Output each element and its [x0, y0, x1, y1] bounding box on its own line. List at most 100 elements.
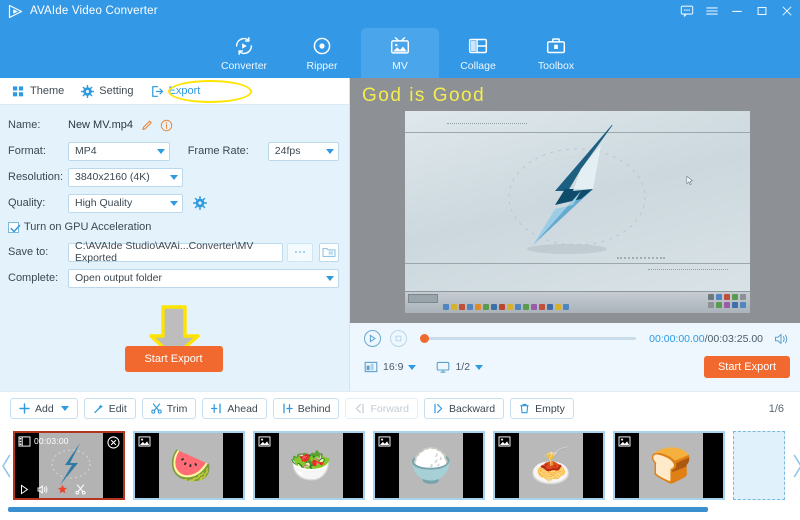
gpu-acceleration-checkbox[interactable] [8, 221, 21, 233]
screen-icon [437, 361, 450, 373]
frame-rate-select[interactable]: 24fps [267, 141, 339, 161]
nav-tab-collage[interactable]: Collage [439, 28, 517, 78]
empty-button[interactable]: Empty [510, 398, 574, 419]
volume-icon[interactable] [774, 332, 790, 346]
behind-button[interactable]: Behind [272, 398, 340, 419]
frame-rate-label: Frame Rate: [187, 145, 249, 157]
menu-icon[interactable] [705, 4, 719, 18]
timeline-clip-image[interactable]: 🥗 [253, 431, 365, 500]
aspect-ratio-value: 16:9 [383, 361, 404, 373]
scissors-icon[interactable] [75, 484, 86, 495]
effects-icon[interactable] [57, 484, 68, 495]
preview-quicklaunch [443, 304, 569, 310]
quality-label: Quality: [8, 197, 46, 209]
aspect-ratio-icon [364, 361, 378, 373]
resolution-value: 3840x2160 (4K) [75, 171, 150, 183]
backward-button[interactable]: Backward [423, 398, 505, 419]
timeline-clip-image[interactable]: 🍝 [493, 431, 605, 500]
player-options-row: 16:9 1/2 Start Export [364, 356, 790, 378]
screen-split-value: 1/2 [455, 361, 471, 373]
timeline-clip-image[interactable]: 🍉 [133, 431, 245, 500]
feedback-icon[interactable] [680, 4, 694, 18]
resolution-row: Resolution: 3840x2160 (4K) [8, 165, 339, 189]
timeline-next-button[interactable] [791, 431, 800, 501]
format-select[interactable]: MP4 [68, 141, 170, 161]
button-label: Add [35, 402, 54, 415]
dot [295, 251, 298, 253]
progress-slider[interactable] [420, 334, 637, 343]
edit-wand-icon [94, 404, 103, 414]
quality-row: Quality: High Quality [8, 191, 339, 215]
nav-tab-label: Toolbox [537, 60, 575, 72]
open-folder-button[interactable] [319, 242, 339, 262]
edit-button[interactable]: Edit [83, 398, 136, 419]
browse-dots-button[interactable] [287, 242, 314, 262]
tab-export[interactable]: Export [147, 78, 214, 105]
resolution-label: Resolution: [8, 171, 64, 183]
time-display: 00:00:00.00/00:03:25.00 [649, 333, 763, 345]
title-bar: AVAIde Video Converter [0, 0, 800, 22]
mv-icon [390, 37, 410, 54]
ahead-button[interactable]: Ahead [202, 398, 267, 419]
timeline-prev-button[interactable] [0, 431, 13, 501]
volume-icon[interactable] [37, 484, 50, 495]
image-icon [138, 436, 151, 447]
quality-value: High Quality [75, 197, 133, 209]
pencil-icon[interactable] [141, 119, 154, 132]
nav-tab-toolbox[interactable]: Toolbox [517, 28, 595, 78]
screen-split-control[interactable]: 1/2 [436, 360, 484, 374]
gear-icon[interactable] [193, 196, 207, 210]
chevron-down-icon [170, 174, 178, 180]
play-icon [369, 334, 376, 343]
start-export-button-player[interactable]: Start Export [704, 356, 790, 378]
timeline-scrollbar[interactable] [8, 507, 792, 512]
scissors-icon [151, 403, 162, 414]
maximize-icon[interactable] [755, 4, 769, 18]
main-content: Theme Setting Export Name: New MV.mp4 Fo… [0, 78, 800, 391]
tab-setting[interactable]: Setting [77, 78, 146, 105]
save-to-path-field[interactable]: C:\AVAIde Studio\AVAi...Converter\MV Exp… [68, 240, 284, 264]
resolution-select[interactable]: 3840x2160 (4K) [68, 167, 183, 187]
clip-glyph: 🍉 [169, 446, 213, 485]
nav-tab-converter[interactable]: Converter [205, 28, 283, 78]
chevron-down-icon [60, 406, 69, 411]
preview-scene [405, 111, 750, 313]
chevron-right-icon [793, 454, 800, 478]
play-button[interactable] [364, 330, 381, 347]
nav-tab-label: Converter [220, 60, 268, 72]
button-label: Empty [535, 402, 565, 415]
clip-duration: 00:03:00 [34, 436, 69, 446]
stop-button[interactable] [390, 330, 407, 347]
timeline-clip-image[interactable]: 🍚 [373, 431, 485, 500]
current-time: 00:00:00.00 [649, 332, 705, 345]
close-icon[interactable] [107, 436, 120, 449]
timeline-clip-video[interactable]: 00:03:00 [13, 431, 125, 500]
timeline-clip-image[interactable]: 🍞 [613, 431, 725, 500]
close-icon[interactable] [780, 4, 794, 18]
timeline-scrollbar-thumb[interactable] [8, 507, 708, 512]
start-export-button[interactable]: Start Export [124, 346, 223, 372]
chevron-down-icon [475, 364, 484, 370]
nav-tab-mv[interactable]: MV [361, 28, 439, 78]
trash-icon [520, 403, 529, 414]
clip-toolbar: Add Edit Trim Ahead Behind Forward Backw… [0, 391, 800, 425]
nav-tab-ripper[interactable]: Ripper [283, 28, 361, 78]
tab-label: Setting [99, 85, 134, 97]
add-button[interactable]: Add [10, 398, 78, 419]
info-icon[interactable] [160, 119, 173, 132]
add-clip-placeholder[interactable] [733, 431, 785, 500]
trim-button[interactable]: Trim [141, 398, 197, 419]
minimize-icon[interactable] [730, 4, 744, 18]
aspect-ratio-control[interactable]: 16:9 [364, 360, 417, 374]
video-preview[interactable]: God is Good [350, 78, 800, 323]
play-icon[interactable] [19, 484, 30, 495]
name-label: Name: [8, 119, 41, 131]
progress-knob[interactable] [420, 334, 429, 343]
button-label: Edit [108, 402, 127, 415]
complete-action-select[interactable]: Open output folder [68, 268, 339, 288]
button-label: Ahead [227, 402, 258, 415]
tab-theme[interactable]: Theme [8, 78, 77, 105]
clip-inline-controls [19, 484, 86, 495]
export-action-zone: Start Export [8, 304, 339, 372]
quality-select[interactable]: High Quality [68, 193, 183, 213]
